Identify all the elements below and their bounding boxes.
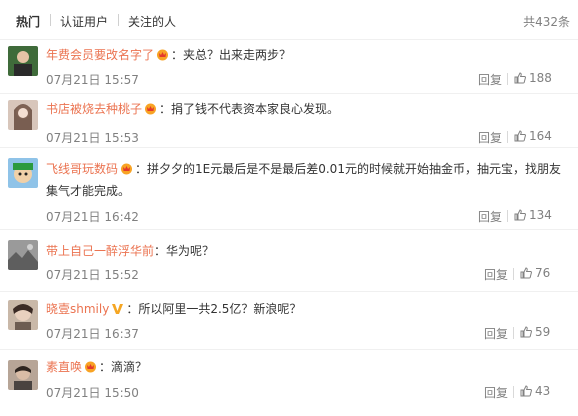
username-link[interactable]: 晓壹shmily bbox=[46, 302, 109, 316]
comment-time: 07月21日 16:37 bbox=[46, 327, 139, 341]
verified-v-icon bbox=[111, 300, 124, 314]
avatar[interactable] bbox=[8, 100, 38, 130]
action-divider bbox=[507, 73, 508, 85]
avatar[interactable] bbox=[8, 360, 38, 390]
username-link[interactable]: 素直唤 bbox=[46, 360, 82, 374]
avatar[interactable] bbox=[8, 46, 38, 76]
tab-hot[interactable]: 热门 bbox=[16, 13, 40, 30]
thumbs-up-icon bbox=[520, 326, 532, 338]
thumbs-up-icon bbox=[514, 209, 526, 221]
like-button[interactable]: 59 bbox=[520, 325, 550, 339]
vip-crown-icon bbox=[84, 358, 97, 373]
avatar[interactable] bbox=[8, 240, 38, 270]
reply-button[interactable]: 回复 bbox=[484, 384, 508, 401]
comment-body: 书店被烧去种桃子 ：捐了钱不代表资本家良心发现。 bbox=[46, 98, 339, 120]
comment-time: 07月21日 16:42 bbox=[46, 210, 139, 224]
tab-divider bbox=[118, 14, 119, 26]
vip-crown-icon bbox=[120, 160, 133, 175]
comment-body: 带上自己一醉浮华前：华为呢？ bbox=[46, 240, 214, 262]
reply-button[interactable]: 回复 bbox=[478, 129, 502, 146]
tab-following[interactable]: 关注的人 bbox=[128, 13, 176, 30]
comment-time: 07月21日 15:57 bbox=[46, 73, 139, 87]
like-button[interactable]: 43 bbox=[520, 384, 550, 398]
avatar[interactable] bbox=[8, 158, 38, 188]
avatar[interactable] bbox=[8, 300, 38, 330]
like-count: 188 bbox=[529, 71, 552, 85]
action-divider bbox=[507, 210, 508, 222]
vip-crown-icon bbox=[156, 46, 169, 61]
comment-time: 07月21日 15:50 bbox=[46, 386, 139, 400]
reply-button[interactable]: 回复 bbox=[484, 325, 508, 342]
thumbs-up-icon bbox=[520, 267, 532, 279]
like-button[interactable]: 164 bbox=[514, 129, 552, 143]
comment-text: ：华为呢？ bbox=[154, 244, 215, 258]
comment-text: ：所以阿里一共2.5亿？新浪呢？ bbox=[126, 302, 302, 316]
thumbs-up-icon bbox=[514, 72, 526, 84]
comment-text: ：滴滴？ bbox=[99, 360, 148, 374]
comment-text: ：捐了钱不代表资本家良心发现。 bbox=[159, 102, 340, 116]
username-link[interactable]: 带上自己一醉浮华前 bbox=[46, 244, 154, 258]
like-button[interactable]: 188 bbox=[514, 71, 552, 85]
comment-time: 07月21日 15:53 bbox=[46, 131, 139, 145]
action-divider bbox=[513, 327, 514, 339]
username-link[interactable]: 书店被烧去种桃子 bbox=[46, 102, 142, 116]
tab-verified-users[interactable]: 认证用户 bbox=[60, 13, 108, 30]
reply-button[interactable]: 回复 bbox=[484, 266, 508, 283]
comment-body: 素直唤 ：滴滴？ bbox=[46, 356, 147, 378]
comment-item: 带上自己一醉浮华前：华为呢？ 07月21日 15:52 回复 76 bbox=[0, 230, 578, 292]
action-divider bbox=[507, 131, 508, 143]
comment-total-count: 共432条 bbox=[523, 15, 570, 29]
comment-item: 书店被烧去种桃子 ：捐了钱不代表资本家良心发现。 07月21日 15:53 回复 … bbox=[0, 94, 578, 148]
like-count: 134 bbox=[529, 208, 552, 222]
comment-item: 素直唤 ：滴滴？ 07月21日 15:50 回复 43 bbox=[0, 350, 578, 416]
thumbs-up-icon bbox=[514, 130, 526, 142]
reply-button[interactable]: 回复 bbox=[478, 208, 502, 225]
comment-body: 飞线哥玩数码 ：拼夕夕的1E元最后是不是最后差0.01元的时候就开始抽金币，抽元宝… bbox=[46, 158, 561, 202]
comment-text: ：夹总？出来走两步？ bbox=[171, 48, 292, 62]
reply-button[interactable]: 回复 bbox=[478, 71, 502, 88]
like-count: 76 bbox=[535, 266, 551, 280]
comment-item: 飞线哥玩数码 ：拼夕夕的1E元最后是不是最后差0.01元的时候就开始抽金币，抽元宝… bbox=[0, 148, 578, 230]
like-button[interactable]: 76 bbox=[520, 266, 550, 280]
comment-item: 晓壹shmily ：所以阿里一共2.5亿？新浪呢？ 07月21日 16:37 回复… bbox=[0, 292, 578, 350]
thumbs-up-icon bbox=[520, 385, 532, 397]
comment-item: 年费会员要改名字了 ：夹总？出来走两步？ 07月21日 15:57 回复 188 bbox=[0, 40, 578, 94]
like-count: 59 bbox=[535, 325, 551, 339]
like-count: 164 bbox=[529, 129, 552, 143]
username-link[interactable]: 年费会员要改名字了 bbox=[46, 48, 154, 62]
username-link[interactable]: 飞线哥玩数码 bbox=[46, 162, 118, 176]
comment-time: 07月21日 15:52 bbox=[46, 268, 139, 282]
action-divider bbox=[513, 268, 514, 280]
comment-body: 晓壹shmily ：所以阿里一共2.5亿？新浪呢？ bbox=[46, 298, 301, 320]
vip-crown-icon bbox=[144, 100, 157, 115]
comment-body: 年费会员要改名字了 ：夹总？出来走两步？ bbox=[46, 44, 291, 66]
action-divider bbox=[513, 386, 514, 398]
like-button[interactable]: 134 bbox=[514, 208, 552, 222]
tab-divider bbox=[50, 14, 51, 26]
like-count: 43 bbox=[535, 384, 551, 398]
comment-filter-tabs: 热门 认证用户 关注的人 共432条 bbox=[0, 0, 578, 40]
